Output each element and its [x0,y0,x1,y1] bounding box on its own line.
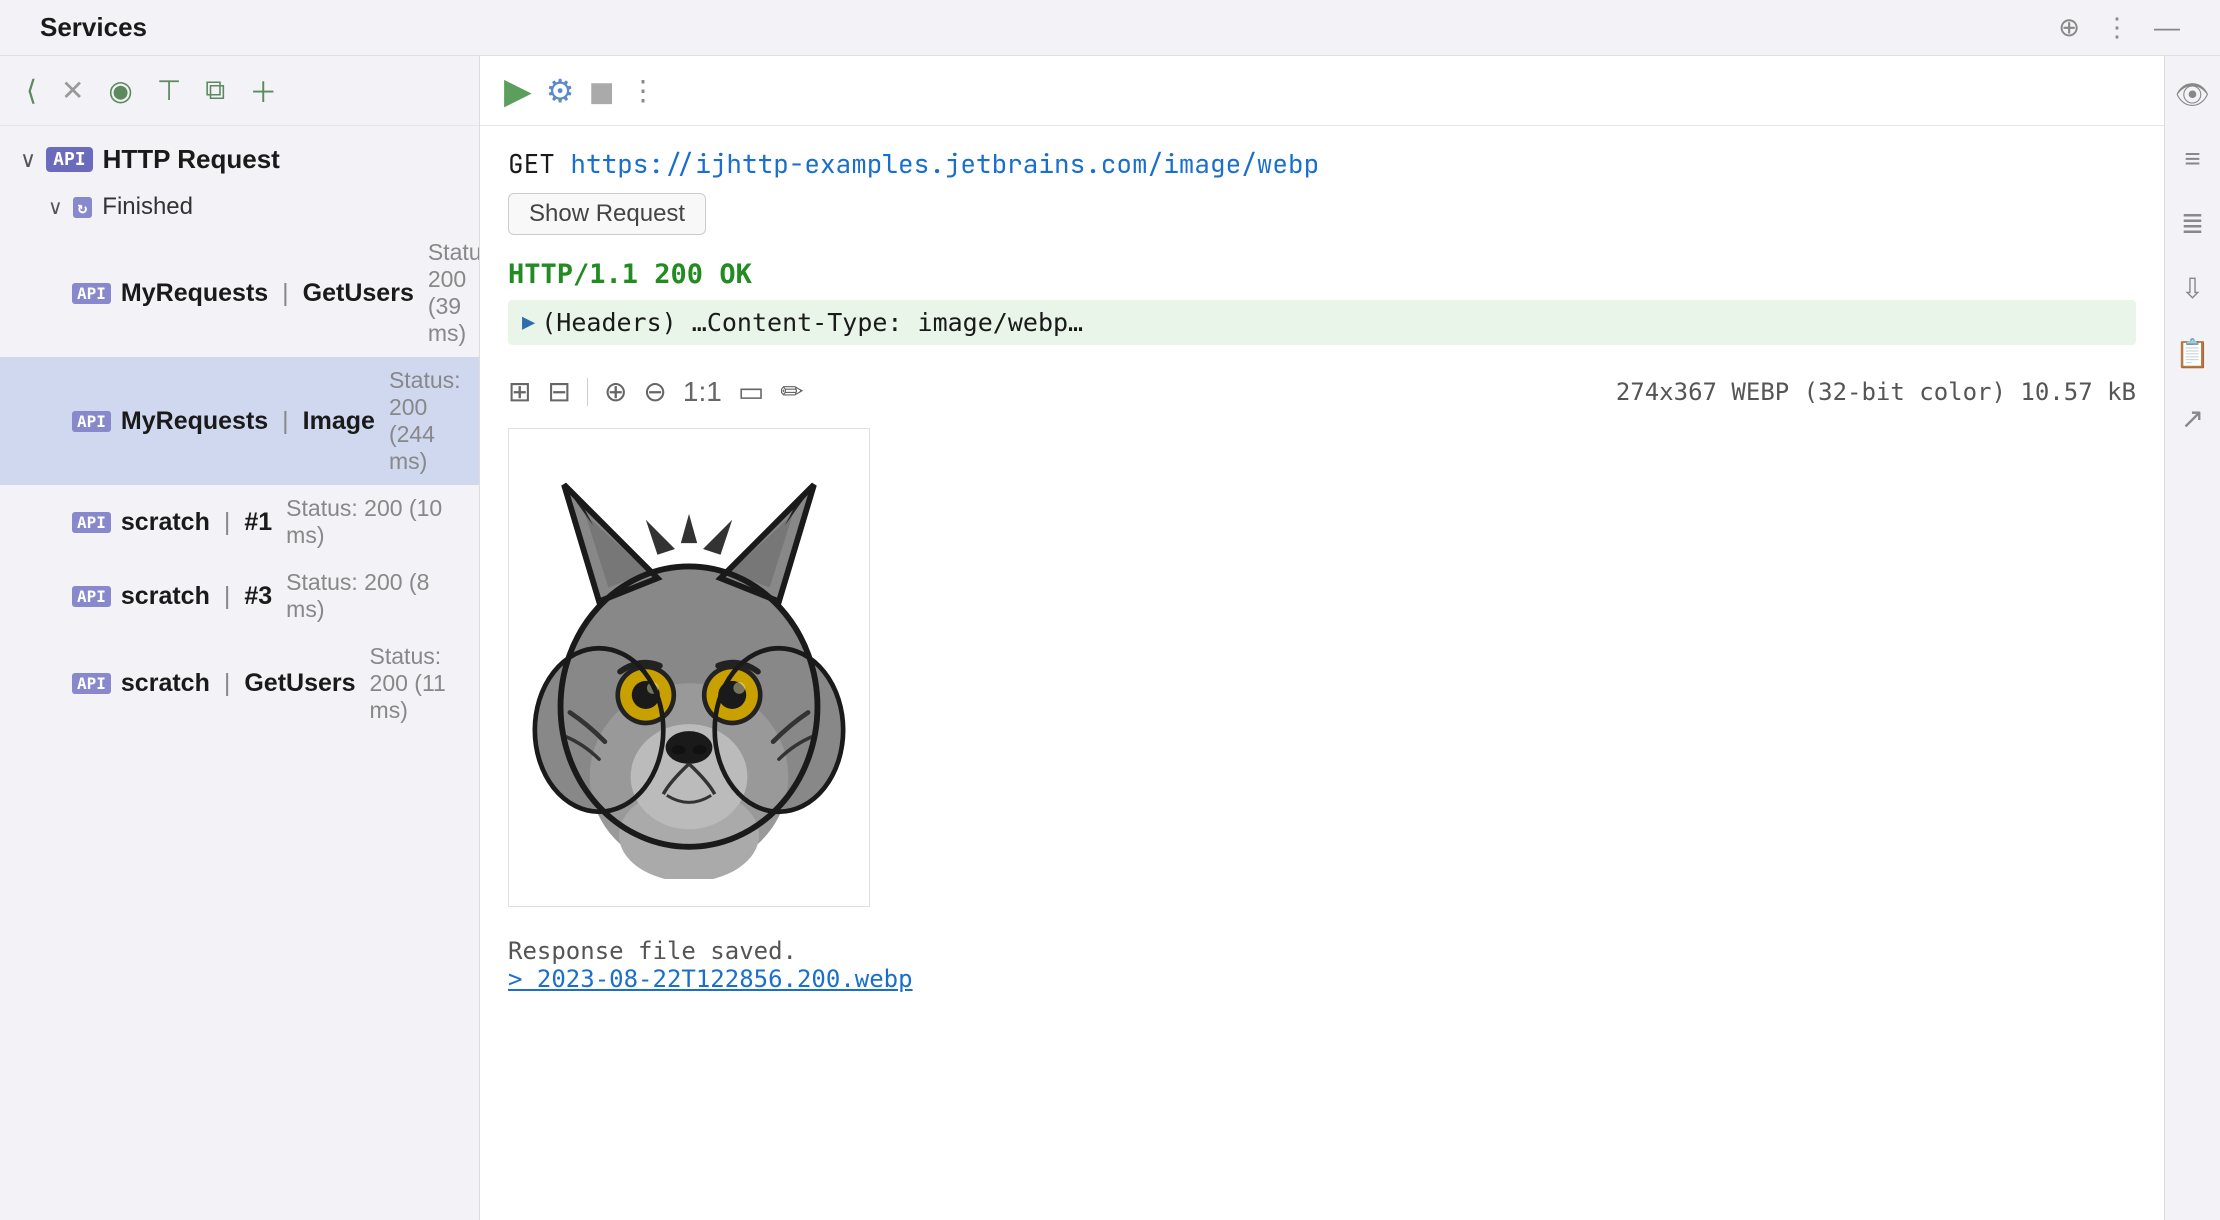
zoom-out-icon[interactable]: ⊖ [643,375,666,408]
item-badge-3: API [72,512,111,533]
more-options-button[interactable]: ⋮ [629,74,657,107]
filter-icon[interactable]: ⊤ [151,68,187,113]
tree-item-scratch-getusers[interactable]: API scratch | GetUsers Status: 200 (11 m… [0,633,479,734]
list-alt-icon[interactable]: ≣ [2175,201,2210,246]
more-icon[interactable]: ⋮ [2104,12,2130,43]
view-icon[interactable]: ◉ [102,68,138,113]
left-toolbar: ⟨ ✕ ◉ ⊤ ⧉ ＋ [0,56,479,126]
app-title: Services [40,12,2058,43]
right-panel: ▶ ⚙ ◼ ⋮ GET https://ijhttp-examples.jetb… [480,56,2164,1220]
url-line: GET https://ijhttp-examples.jetbrains.co… [508,146,2136,181]
api-badge: API [46,147,93,172]
right-content: GET https://ijhttp-examples.jetbrains.co… [480,126,2164,1220]
item-badge-2: API [72,411,111,432]
request-url: https://ijhttp-examples.jetbrains.com/im… [570,146,1319,181]
title-bar-actions: ⊕ ⋮ — [2058,12,2180,43]
tree-area: ∨ API HTTP Request ∨ ↻ Finished API MyRe… [0,126,479,1220]
show-request-button[interactable]: Show Request [508,193,706,235]
app-window: Services ⊕ ⋮ — ⟨ ✕ ◉ ⊤ ⧉ ＋ ∨ A [0,0,2220,1220]
main-area: ⟨ ✕ ◉ ⊤ ⧉ ＋ ∨ API HTTP Request ∨ ↻ [0,56,2220,1220]
tree-item-myrequests-getusers[interactable]: API MyRequests | GetUsers Status: 200 (3… [0,229,479,357]
item-badge-5: API [72,673,111,694]
image-info: 274x367 WEBP (32-bit color) 10.57 kB [1616,378,2136,406]
export-icon[interactable]: ↗ [2175,396,2210,441]
headers-text: (Headers) …Content-Type: image/webp… [541,308,1083,337]
fit-icon[interactable]: ⊞ [508,375,531,408]
add-icon[interactable]: ＋ [243,65,283,117]
eye-icon[interactable]: 👁 [2169,72,2217,117]
image-toolbar: ⊞ ⊟ ⊕ ⊖ 1:1 ▭ ✏ 274x367 WEBP (32-bit col… [508,365,2136,418]
title-bar: Services ⊕ ⋮ — [0,0,2220,56]
separator-1 [587,378,588,406]
tree-item-scratch-3[interactable]: API scratch | #3 Status: 200 (8 ms) [0,559,479,633]
group-chevron: ∨ [20,147,36,173]
group-label: HTTP Request [103,144,280,175]
eyedropper-icon[interactable]: ✏ [780,375,803,408]
http-status: HTTP/1.1 200 OK [508,259,2136,290]
headers-caret-icon: ▶ [522,310,535,335]
list-down-icon[interactable]: ⇩ [2175,266,2210,311]
tree-group-http-request[interactable]: ∨ API HTTP Request [0,134,479,185]
list-icon[interactable]: ≡ [2178,137,2206,181]
http-method: GET [508,146,570,181]
clipboard-icon[interactable]: 📋 [2169,331,2216,376]
tree-item-scratch-1[interactable]: API scratch | #1 Status: 200 (10 ms) [0,485,479,559]
response-saved-text: Response file saved. [508,937,2136,965]
response-footer: Response file saved. > 2023-08-22T122856… [508,937,2136,993]
close-icon[interactable]: ✕ [55,68,90,113]
right-sidebar: 👁 ≡ ≣ ⇩ 📋 ↗ [2164,56,2220,1220]
debug-button[interactable]: ⚙ [546,72,575,110]
image-container [508,428,870,907]
item-badge-1: API [72,283,111,304]
zoom-1-1[interactable]: 1:1 [683,376,722,408]
headers-line[interactable]: ▶ (Headers) …Content-Type: image/webp… [508,300,2136,345]
zoom-in-icon[interactable]: ⊕ [604,375,627,408]
left-panel: ⟨ ✕ ◉ ⊤ ⧉ ＋ ∨ API HTTP Request ∨ ↻ [0,56,480,1220]
stop-button[interactable]: ◼ [588,72,615,110]
tree-item-myrequests-image[interactable]: API MyRequests | Image Status: 200 (244 … [0,357,479,485]
run-button[interactable]: ▶ [504,70,532,112]
sub-chevron: ∨ [48,195,63,220]
sub-refresh-icon: ↻ [73,197,93,218]
wolf-image [529,449,849,879]
group-icon[interactable]: ⧉ [199,68,231,113]
grid-icon[interactable]: ⊟ [547,375,570,408]
response-link[interactable]: > 2023-08-22T122856.200.webp [508,965,2136,993]
tree-sub-finished[interactable]: ∨ ↻ Finished [0,185,479,229]
sub-label: Finished [102,193,193,221]
minimize-icon[interactable]: — [2154,12,2180,43]
item-badge-4: API [72,586,111,607]
image-icon[interactable]: ▭ [738,375,764,408]
navigate-back-icon[interactable]: ⟨ [20,68,43,113]
add-icon[interactable]: ⊕ [2058,12,2080,43]
right-toolbar: ▶ ⚙ ◼ ⋮ [480,56,2164,126]
